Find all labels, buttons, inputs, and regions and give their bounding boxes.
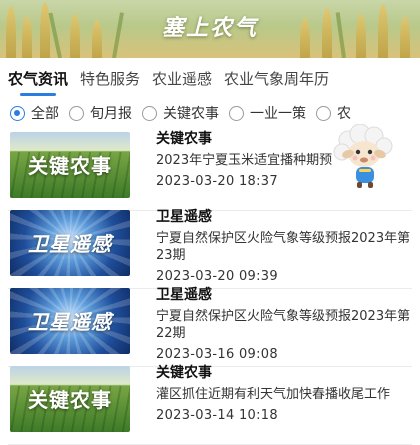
filter-radio-group: 全部 旬月报 关键农事 一业一策 农 [0,100,420,126]
list-item-text: 关键农事 灌区抓住近期有利天气加快春播收尾工作 2023-03-14 10:18 [156,364,414,424]
filter-label: 关键农事 [163,106,219,122]
thumbnail-image: 关键农事 [10,366,130,432]
filter-periodic-report[interactable]: 旬月报 [69,103,132,123]
thumbnail-label: 关键农事 [28,388,112,412]
filter-label: 农 [337,106,351,122]
item-category: 关键农事 [156,365,212,381]
filter-key-farming[interactable]: 关键农事 [142,103,219,123]
item-category: 卫星遥感 [156,287,212,303]
item-title: 宁夏自然保护区火险气象等级预报2023年第22期 [156,309,411,341]
filter-agri[interactable]: 农 [316,103,351,123]
item-title: 灌区抓住近期有利天气加快春播收尾工作 [156,387,391,402]
filter-label: 一业一策 [250,106,306,122]
radio-unchecked-icon [229,105,244,121]
filter-all[interactable]: 全部 [10,103,59,123]
thumbnail-label: 卫星遥感 [28,310,112,334]
item-title: 宁夏自然保护区火险气象等级预报2023年第23期 [156,231,411,263]
tab-agri-news[interactable]: 农气资讯 [8,68,68,96]
filter-label: 旬月报 [90,106,132,122]
list-item[interactable]: 关键农事 关键农事 灌区抓住近期有利天气加快春播收尾工作 2023-03-14 … [0,364,420,445]
filter-label: 全部 [31,106,59,122]
item-date: 2023-03-14 10:18 [156,408,278,423]
radio-unchecked-icon [142,105,157,121]
header-banner: 塞上农气 [0,0,420,58]
list-item[interactable]: 卫星遥感 卫星遥感 宁夏自然保护区火险气象等级预报2023年第23期 2023-… [0,208,420,289]
thumbnail-image: 卫星遥感 [10,288,130,354]
thumbnail-label: 关键农事 [28,154,112,178]
item-date: 2023-03-20 09:39 [156,269,278,284]
tab-agri-calendar[interactable]: 农业气象周年历 [224,68,329,89]
category-tabs: 农气资讯 特色服务 农业遥感 农业气象周年历 [0,58,420,98]
sheep-mascot-icon[interactable] [330,123,400,190]
list-item-text: 卫星遥感 宁夏自然保护区火险气象等级预报2023年第23期 2023-03-20… [156,208,414,285]
tab-agri-remote-sensing[interactable]: 农业遥感 [152,68,212,89]
item-date: 2023-03-16 09:08 [156,347,278,362]
radio-unchecked-icon [69,105,84,121]
radio-checked-icon [10,105,25,121]
thumbnail-image: 卫星遥感 [10,210,130,276]
radio-unchecked-icon [316,105,331,121]
thumbnail-image: 关键农事 [10,132,130,198]
thumbnail-label: 卫星遥感 [28,232,112,256]
list-item[interactable]: 卫星遥感 卫星遥感 宁夏自然保护区火险气象等级预报2023年第22期 2023-… [0,286,420,367]
list-item-text: 卫星遥感 宁夏自然保护区火险气象等级预报2023年第22期 2023-03-16… [156,286,414,363]
filter-one-industry-policy[interactable]: 一业一策 [229,103,306,123]
tab-special-services[interactable]: 特色服务 [80,68,140,89]
app-title: 塞上农气 [161,16,258,41]
item-category: 卫星遥感 [156,209,212,225]
